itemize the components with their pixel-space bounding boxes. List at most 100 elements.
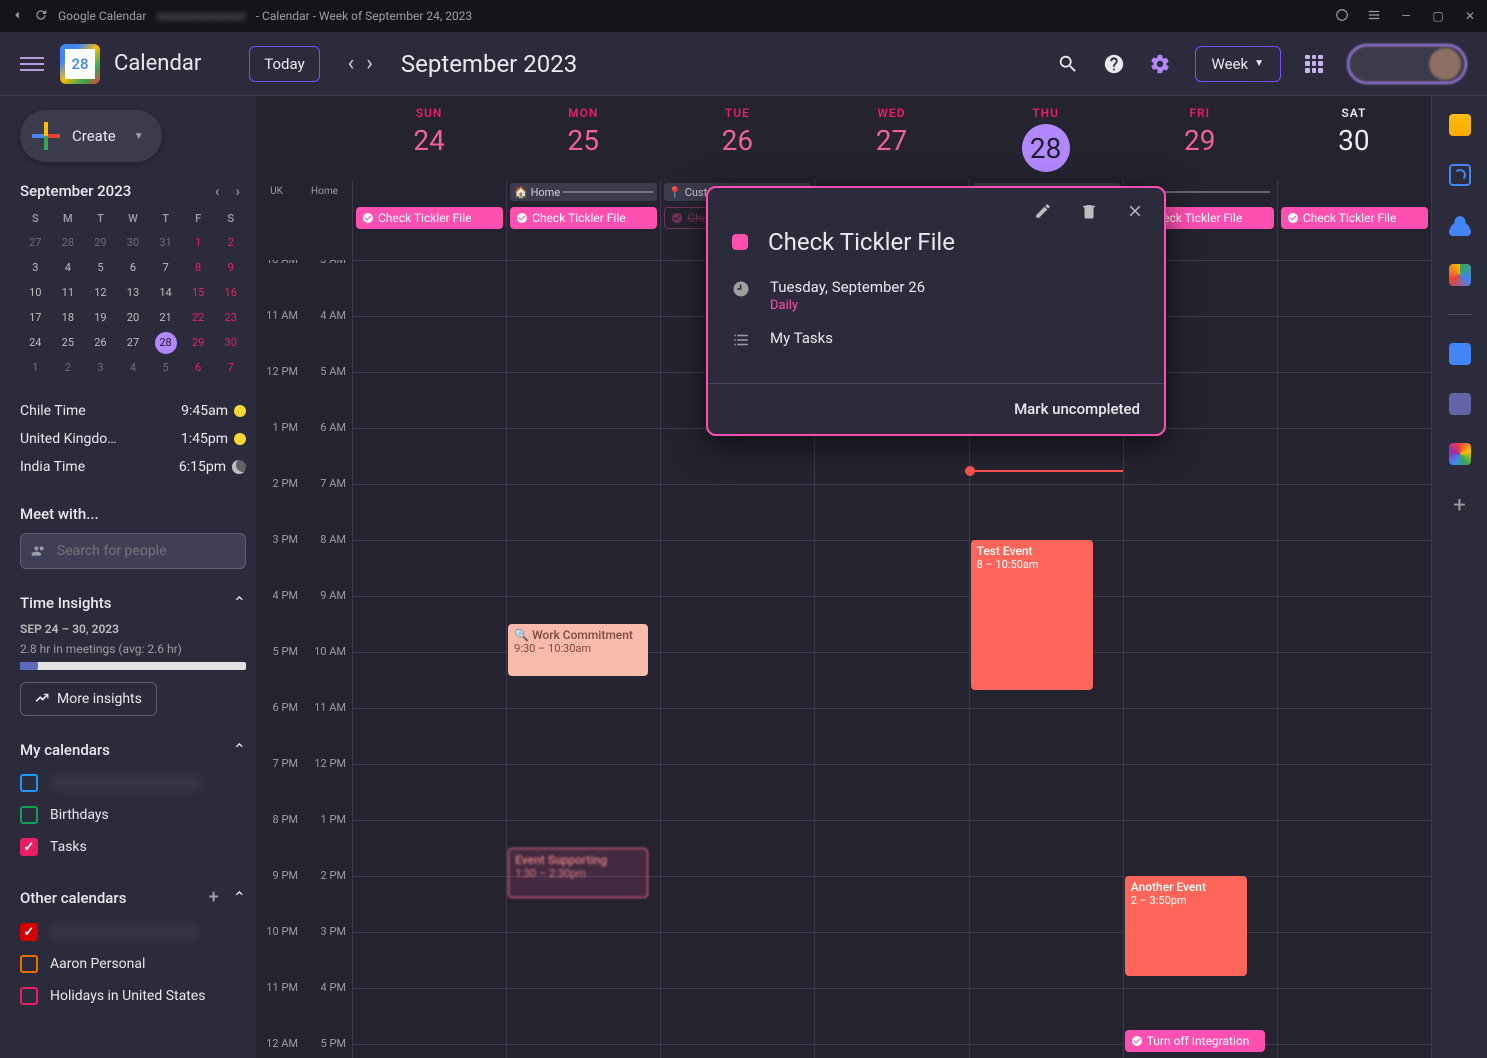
add-app-icon[interactable]: + [1453,493,1465,518]
mini-cal-day[interactable]: 1 [183,231,214,254]
mini-cal-day[interactable]: 24 [20,331,51,354]
view-selector[interactable]: Week▼ [1195,46,1282,82]
timezone-row[interactable]: Chile Time9:45am [20,397,246,425]
event-block[interactable]: Test Event8 – 10:50am [971,540,1093,690]
allday-task[interactable]: Turn off Integration [1125,1030,1265,1052]
timezone-row[interactable]: United Kingdo…1:45pm [20,425,246,453]
day-header[interactable]: TUE26 [660,96,814,180]
mini-cal-day[interactable]: 2 [53,356,84,379]
keep-icon[interactable] [1449,114,1471,136]
mini-cal-day[interactable]: 20 [118,306,149,329]
mini-cal-day[interactable]: 7 [215,356,246,379]
mini-cal-day[interactable]: 30 [118,231,149,254]
mini-cal-day[interactable]: 6 [183,356,214,379]
extension-icon[interactable] [1335,8,1349,25]
mini-cal-day[interactable]: 7 [150,256,181,279]
settings-icon[interactable] [1149,53,1171,75]
prev-week-button[interactable]: ‹ [348,51,355,76]
next-week-button[interactable]: › [366,51,373,76]
mini-cal-day[interactable]: 3 [20,256,51,279]
calendar-checkbox[interactable] [20,955,38,973]
day-header[interactable]: SUN24 [352,96,506,180]
calendar-item[interactable]: Tasks [20,831,246,863]
event-block[interactable]: Another Event2 – 3:50pm [1125,876,1247,976]
calendar-checkbox[interactable] [20,838,38,856]
timezone-row[interactable]: India Time6:15pm [20,453,246,481]
maps-icon[interactable] [1449,264,1471,286]
mini-cal-day[interactable]: 29 [183,331,214,354]
calendar-checkbox[interactable] [20,987,38,1005]
mini-cal-day[interactable]: 3 [85,356,116,379]
event-block[interactable]: 🔍 Work Commitment9:30 – 10:30am [508,624,648,676]
hamburger-icon[interactable] [20,57,44,71]
mini-cal-day[interactable]: 25 [53,331,84,354]
teams-icon[interactable] [1449,393,1471,415]
allday-task[interactable]: Check Tickler File [1281,207,1428,229]
mini-cal-day[interactable]: 14 [150,281,181,304]
calendar-item[interactable]: redacted other calendar [20,916,246,948]
mini-cal-day[interactable]: 8 [183,256,214,279]
mini-cal-day[interactable]: 23 [215,306,246,329]
mini-cal-day[interactable]: 4 [118,356,149,379]
allday-task[interactable]: Check Tickler File [510,207,657,229]
mini-cal-day[interactable]: 26 [85,331,116,354]
mini-cal-day[interactable]: 17 [20,306,51,329]
mini-cal-day[interactable]: 5 [150,356,181,379]
maximize-button[interactable]: ▢ [1431,9,1445,23]
mini-calendar[interactable]: SMTWTFS272829303112345678910111213141516… [20,208,246,379]
mini-cal-day[interactable]: 29 [85,231,116,254]
mini-cal-day[interactable]: 22 [183,306,214,329]
mini-cal-day[interactable]: 19 [85,306,116,329]
mini-cal-day[interactable]: 5 [85,256,116,279]
day-column[interactable] [1277,260,1431,1058]
mini-cal-next[interactable]: › [235,182,240,200]
create-button[interactable]: Create ▼ [20,110,162,162]
mini-cal-day[interactable]: 18 [53,306,84,329]
tasks-app-icon[interactable] [1449,164,1471,186]
calendar-item[interactable]: redacted calendar name [20,767,246,799]
mini-cal-day[interactable]: 27 [118,331,149,354]
edit-icon[interactable] [1034,202,1052,220]
event-block[interactable]: Event Supporting1:30 – 2:30pm [508,848,648,898]
today-button[interactable]: Today [249,46,319,82]
day-header[interactable]: SAT30 [1277,96,1431,180]
mini-cal-day[interactable]: 12 [85,281,116,304]
close-button[interactable]: ✕ [1463,9,1477,23]
day-header[interactable]: THU28 [969,96,1123,180]
more-insights-button[interactable]: More insights [20,682,157,716]
search-people-field[interactable] [57,543,235,559]
location-bar[interactable]: 🏠 Home [510,183,657,201]
mini-cal-day[interactable]: 4 [53,256,84,279]
calendar-checkbox[interactable] [20,923,38,941]
delete-icon[interactable] [1080,202,1098,220]
calendar-item[interactable]: Aaron Personal [20,948,246,980]
calendar-checkbox[interactable] [20,806,38,824]
mini-cal-day[interactable]: 6 [118,256,149,279]
help-icon[interactable] [1103,53,1125,75]
contacts-icon[interactable] [1449,214,1471,236]
day-header[interactable]: WED27 [814,96,968,180]
apps-grid-icon[interactable] [1305,55,1323,73]
refresh-icon[interactable] [34,8,48,25]
allday-task[interactable]: Check Tickler File [356,207,503,229]
mark-uncompleted-button[interactable]: Mark uncompleted [708,383,1164,434]
mini-cal-day[interactable]: 13 [118,281,149,304]
mini-cal-day[interactable]: 21 [150,306,181,329]
menu-lines-icon[interactable] [1367,8,1381,25]
mini-cal-day[interactable]: 30 [215,331,246,354]
collapse-othercals[interactable]: ⌃ [233,888,246,907]
back-icon[interactable] [10,8,24,25]
day-header[interactable]: MON25 [506,96,660,180]
calendar-item[interactable]: Holidays in United States [20,980,246,1012]
close-icon[interactable] [1126,202,1144,220]
mini-cal-day[interactable]: 31 [150,231,181,254]
mini-cal-day[interactable]: 28 [53,231,84,254]
meet-icon[interactable] [1449,343,1471,365]
day-header[interactable]: FRI29 [1123,96,1277,180]
add-calendar-icon[interactable]: + [209,887,219,908]
mini-cal-day[interactable]: 10 [20,281,51,304]
search-people-input[interactable] [20,533,246,569]
account-switcher[interactable] [1347,44,1467,84]
calendar-checkbox[interactable] [20,774,38,792]
day-column[interactable] [352,260,506,1058]
